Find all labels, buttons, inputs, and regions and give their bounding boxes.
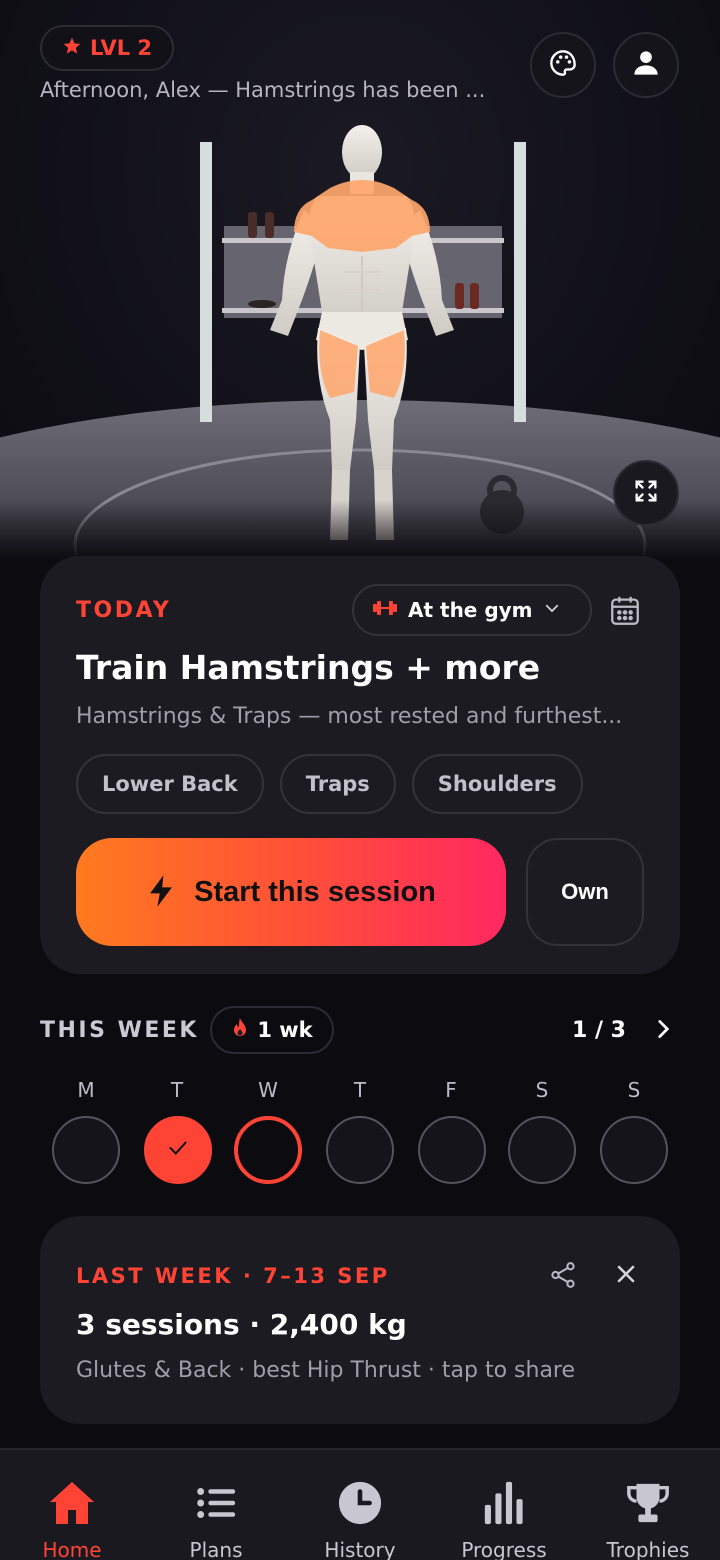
chevron-right-icon xyxy=(650,1020,676,1048)
day-letter-thu: T xyxy=(353,1078,367,1102)
day-letter-tue: T xyxy=(170,1078,184,1102)
profile-button[interactable] xyxy=(613,32,679,98)
nav-history[interactable]: History xyxy=(288,1450,432,1560)
day-circle-mon[interactable] xyxy=(52,1116,120,1184)
week-label: THIS WEEK xyxy=(40,1018,199,1043)
calendar-icon xyxy=(608,596,642,632)
last-week-summary: 3 sessions · 2,400 kg xyxy=(76,1308,407,1341)
chip-shoulders[interactable]: Shoulders xyxy=(411,754,583,814)
user-icon xyxy=(632,49,660,81)
session-title: Train Hamstrings + more xyxy=(76,648,541,687)
session-subtitle: Hamstrings & Traps — most rested and fur… xyxy=(76,704,623,729)
mode-selector[interactable]: At the gym xyxy=(352,584,592,636)
start-session-button[interactable]: Start this session xyxy=(76,838,506,946)
day-circle-sun[interactable] xyxy=(600,1116,668,1184)
home-icon xyxy=(48,1480,96,1530)
clock-icon xyxy=(337,1480,383,1530)
flame-icon xyxy=(231,1017,249,1043)
day-letter-sat: S xyxy=(535,1078,549,1102)
day-circle-thu[interactable] xyxy=(326,1116,394,1184)
streak-label: 1 wk xyxy=(257,1018,313,1042)
check-icon xyxy=(165,1135,191,1165)
nav-trophies-label: Trophies xyxy=(606,1538,690,1560)
day-letter-fri: F xyxy=(445,1078,457,1102)
day-letter-sun: S xyxy=(627,1078,641,1102)
nav-plans-label: Plans xyxy=(189,1538,243,1560)
nav-home[interactable]: Home xyxy=(0,1450,144,1560)
nav-history-label: History xyxy=(324,1538,396,1560)
day-letter-mon: M xyxy=(77,1078,95,1102)
own-workout-button[interactable]: Own xyxy=(526,838,644,946)
nav-home-label: Home xyxy=(42,1538,102,1560)
nav-plans[interactable]: Plans xyxy=(144,1450,288,1560)
level-badge[interactable]: LVL 2 xyxy=(40,25,175,71)
bolt-icon xyxy=(146,874,176,911)
day-letter-wed: W xyxy=(258,1078,278,1102)
expand-icon xyxy=(632,477,660,509)
today-label: TODAY xyxy=(76,598,172,623)
trophy-icon xyxy=(625,1480,671,1530)
day-circle-wed[interactable] xyxy=(234,1116,302,1184)
nav-trophies[interactable]: Trophies xyxy=(576,1450,720,1560)
close-icon xyxy=(612,1265,640,1292)
day-circle-fri[interactable] xyxy=(418,1116,486,1184)
start-session-label: Start this session xyxy=(194,875,436,908)
hero-3d-viewer[interactable]: LVL 2 Afternoon, Alex — Hamstrings has b… xyxy=(0,0,720,560)
mode-label: At the gym xyxy=(408,598,533,622)
star-icon xyxy=(62,36,82,61)
palette-icon xyxy=(549,49,577,81)
chip-traps[interactable]: Traps xyxy=(279,754,396,814)
share-icon xyxy=(548,1262,578,1294)
week-pager: 1 / 3 xyxy=(572,1018,626,1043)
greeting-text: Afternoon, Alex — Hamstrings has been ..… xyxy=(40,78,486,102)
level-label: LVL 2 xyxy=(90,36,153,60)
today-card: TODAY At the gym Train Hamstrings + more… xyxy=(40,556,680,974)
last-week-card[interactable]: LAST WEEK · 7–13 SEP 3 sessions · 2,400 … xyxy=(40,1216,680,1424)
streak-badge: 1 wk xyxy=(210,1006,334,1054)
next-week-button[interactable] xyxy=(650,1014,676,1048)
day-circle-tue[interactable] xyxy=(144,1116,212,1184)
calendar-button[interactable] xyxy=(608,594,642,632)
dumbbell-icon xyxy=(372,598,398,622)
day-circle-sat[interactable] xyxy=(508,1116,576,1184)
muscle-chips: Lower Back Traps Shoulders xyxy=(76,754,583,814)
share-button[interactable] xyxy=(548,1260,578,1294)
chevron-down-icon xyxy=(543,599,561,621)
theme-button[interactable] xyxy=(530,32,596,98)
list-icon xyxy=(193,1480,239,1530)
last-week-detail: Glutes & Back · best Hip Thrust · tap to… xyxy=(76,1358,576,1383)
dismiss-button[interactable] xyxy=(612,1260,640,1292)
nav-progress[interactable]: Progress xyxy=(432,1450,576,1560)
bottom-nav: Home Plans History Progress Trophies xyxy=(0,1448,720,1560)
last-week-label: LAST WEEK · 7–13 SEP xyxy=(76,1264,390,1288)
bar-chart-icon xyxy=(481,1480,527,1530)
chip-lower-back[interactable]: Lower Back xyxy=(76,754,264,814)
expand-view-button[interactable] xyxy=(613,460,679,526)
nav-progress-label: Progress xyxy=(461,1538,547,1560)
